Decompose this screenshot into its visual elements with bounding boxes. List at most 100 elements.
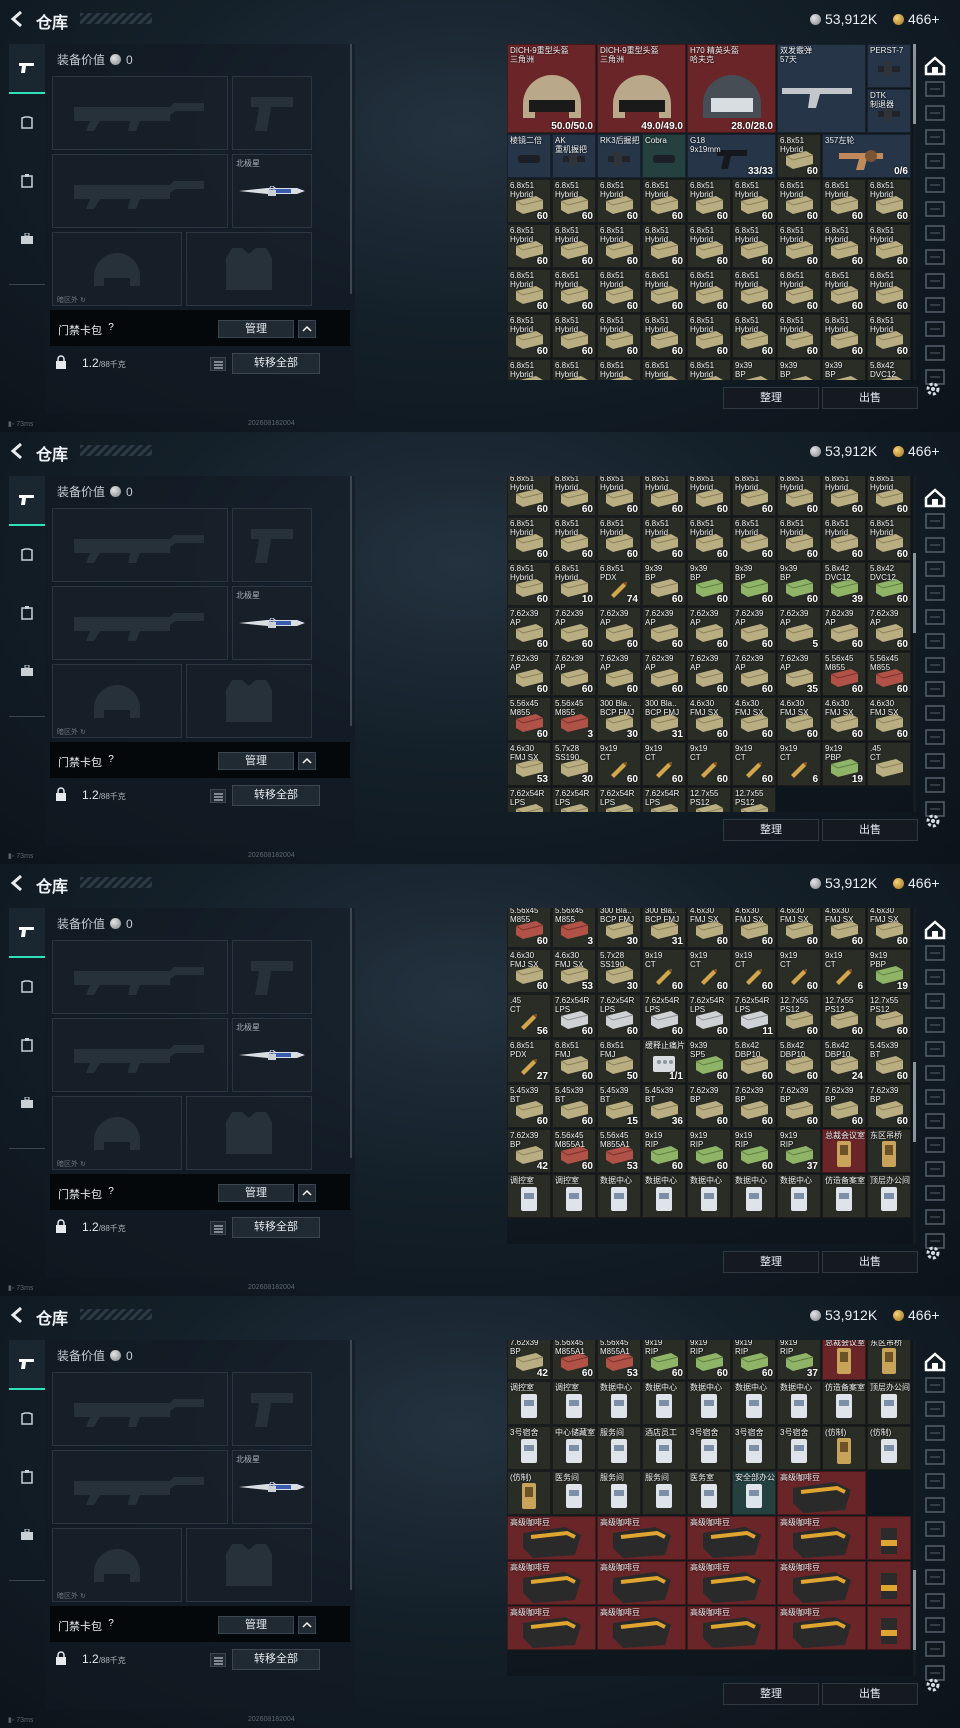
stash-tab[interactable] xyxy=(924,560,948,580)
stash-item[interactable]: 6.8x51 Hybrid 60 xyxy=(777,269,821,313)
manage-button[interactable]: 管理 xyxy=(218,320,294,338)
stash-item[interactable]: 9x19 RIP 37 xyxy=(777,1340,821,1380)
stash-item[interactable]: 6.8x51 Hybrid 60 xyxy=(867,476,911,516)
stash-item[interactable]: 9x39 BP 60 xyxy=(777,562,821,606)
stash-item[interactable]: 7.62x39 BP 60 xyxy=(777,1084,821,1128)
stash-item[interactable]: 7.62x39 BP 60 xyxy=(867,1084,911,1128)
nav-rig[interactable] xyxy=(9,1020,45,1070)
stash-tab[interactable] xyxy=(924,104,948,124)
stash-tab[interactable] xyxy=(924,992,948,1012)
secondary-weapon-slot[interactable] xyxy=(52,1018,228,1092)
stash-item[interactable]: 6.8x51 Hybrid 60 xyxy=(687,314,731,358)
stash-item[interactable]: DICH-9重型头盔 三角洲 50.0/50.0 xyxy=(507,44,596,133)
help-icon[interactable]: ? xyxy=(104,753,118,767)
stash-tab[interactable] xyxy=(924,1640,948,1660)
stash-item[interactable]: 9x19 CT 6 xyxy=(777,742,821,786)
nav-backpack[interactable] xyxy=(9,646,45,696)
stash-tab[interactable] xyxy=(924,1424,948,1444)
stash-item[interactable]: 9x19 RIP 60 xyxy=(642,1340,686,1380)
stash-item[interactable]: 6.8x51 Hybrid 60 xyxy=(822,314,866,358)
stash-item[interactable]: 5.45x39 BT 15 xyxy=(597,1084,641,1128)
list-view-button[interactable] xyxy=(210,789,226,803)
stash-item[interactable]: 总裁会议室 xyxy=(822,1340,866,1380)
stash-item[interactable]: 9x19 CT 60 xyxy=(597,742,641,786)
nav-weapons[interactable] xyxy=(9,1340,45,1390)
stash-item[interactable]: 高级咖啡豆 xyxy=(777,1471,866,1515)
stash-item[interactable]: 9x19 CT 6 xyxy=(822,949,866,993)
stash-item[interactable]: 6.8x51 Hybrid 60 xyxy=(687,476,731,516)
stash-item[interactable]: 6.8x51 Hybrid 60 xyxy=(777,314,821,358)
stash-item[interactable]: DICH-9重型头盔 三角洲 49.0/49.0 xyxy=(597,44,686,133)
stash-item[interactable]: 4.6x30 FMJ SX 60 xyxy=(867,908,911,948)
stash-item[interactable]: 9x39 BP xyxy=(777,359,821,380)
transfer-all-button[interactable]: 转移全部 xyxy=(232,785,320,806)
stash-item[interactable]: 酒店员工 xyxy=(642,1426,686,1470)
stash-scroll-thumb[interactable] xyxy=(913,553,916,633)
stash-tab[interactable] xyxy=(924,944,948,964)
stash-tab[interactable] xyxy=(924,752,948,772)
secondary-weapon-slot[interactable] xyxy=(52,586,228,660)
stash-item[interactable]: 6.8x51 Hybrid 60 xyxy=(687,517,731,561)
melee-slot[interactable]: 北极星 xyxy=(232,1018,312,1092)
stash-item[interactable]: 7.62x39 AP 60 xyxy=(642,652,686,696)
stash-item[interactable]: 9x19 PBP 19 xyxy=(867,949,911,993)
gear-icon[interactable] xyxy=(924,380,942,398)
stash-item[interactable]: 300 Bla.. BCP FMJ 30 xyxy=(597,908,641,948)
stash-item[interactable]: 3号宿舍 xyxy=(507,1426,551,1470)
stash-item[interactable]: 6.8x51 Hybrid 60 xyxy=(597,224,641,268)
stash-item[interactable]: 7.62x54R LPS 60 xyxy=(642,994,686,1038)
back-arrow-icon[interactable] xyxy=(8,873,28,893)
stash-item[interactable]: 9x39 BP 60 xyxy=(687,562,731,606)
nav-backpack[interactable] xyxy=(9,1510,45,1560)
stash-item[interactable]: 双发霰弹 57天 xyxy=(777,44,866,133)
back-arrow-icon[interactable] xyxy=(8,441,28,461)
stash-item[interactable]: 9x39 BP 60 xyxy=(732,562,776,606)
sell-button[interactable]: 出售 xyxy=(822,1683,918,1705)
stash-item[interactable]: 5.8x42 DBP10 60 xyxy=(777,1039,821,1083)
collapse-button[interactable] xyxy=(298,1184,316,1202)
stash-tab[interactable] xyxy=(924,1040,948,1060)
stash-scroll-thumb[interactable] xyxy=(913,44,916,124)
stash-item[interactable]: 医务室 xyxy=(687,1471,731,1515)
stash-item[interactable]: 4.6x30 FMJ SX 60 xyxy=(507,949,551,993)
stash-item[interactable]: 数据中心 xyxy=(777,1174,821,1218)
nav-armor[interactable] xyxy=(9,962,45,1012)
stash-item[interactable]: 6.8x51 Hybrid 60 xyxy=(642,476,686,516)
collapse-button[interactable] xyxy=(298,752,316,770)
stash-item[interactable]: 12.7x55 PS12 60 xyxy=(867,994,911,1038)
stash-item[interactable]: 7.62x39 AP 60 xyxy=(732,607,776,651)
stash-item[interactable]: 数据中心 xyxy=(642,1381,686,1425)
stash-item[interactable]: 6.8x51 Hybrid 60 xyxy=(732,314,776,358)
stash-item[interactable]: 5.8x42 DVC12 39 xyxy=(822,562,866,606)
stash-item[interactable]: 7.62x39 AP 60 xyxy=(597,607,641,651)
stash-item[interactable]: 9x39 BP 60 xyxy=(642,562,686,606)
help-icon[interactable]: ? xyxy=(104,1185,118,1199)
stash-tab[interactable] xyxy=(924,1112,948,1132)
stash-item[interactable]: 9x19 CT 60 xyxy=(687,742,731,786)
loadout-scrollbar[interactable] xyxy=(350,44,352,294)
loadout-scrollbar[interactable] xyxy=(350,1340,352,1590)
stash-item[interactable]: 6.8x51 Hybrid 60 xyxy=(507,269,551,313)
nav-armor[interactable] xyxy=(9,530,45,580)
stash-item[interactable]: 7.62x54R LPS xyxy=(597,787,641,812)
stash-item[interactable]: 6.8x51 Hybrid 60 xyxy=(777,224,821,268)
stash-item[interactable]: 6.8x51 Hybrid 60 xyxy=(552,224,596,268)
stash-item[interactable]: 7.62x39 AP 60 xyxy=(597,652,641,696)
stash-item[interactable]: 5.45x39 BT 60 xyxy=(507,1084,551,1128)
stash-tab[interactable] xyxy=(924,776,948,796)
stash-item[interactable]: DTK 制退器 xyxy=(867,89,911,133)
stash-item[interactable]: 高级咖啡豆 xyxy=(597,1561,686,1605)
stash-item[interactable]: 6.8x51 Hybrid 60 xyxy=(597,269,641,313)
stash-item[interactable]: 高级咖啡豆 xyxy=(687,1561,776,1605)
stash-item[interactable]: 7.62x54R LPS xyxy=(507,787,551,812)
stash-item[interactable]: 3号宿舍 xyxy=(732,1426,776,1470)
stash-item[interactable]: 5.45x39 BT 60 xyxy=(552,1084,596,1128)
stash-tab[interactable] xyxy=(924,200,948,220)
stash-item[interactable]: 5.56x45 M855A1 60 xyxy=(552,1340,596,1380)
stash-item[interactable]: 12.7x55 PS12 60 xyxy=(777,994,821,1038)
pistol-slot[interactable] xyxy=(232,940,312,1014)
sort-button[interactable]: 整理 xyxy=(723,1251,819,1273)
stash-item[interactable] xyxy=(867,1561,911,1605)
body-armor-slot[interactable] xyxy=(186,1528,312,1602)
stash-item[interactable]: 6.8x51 Hybrid 60 xyxy=(642,179,686,223)
